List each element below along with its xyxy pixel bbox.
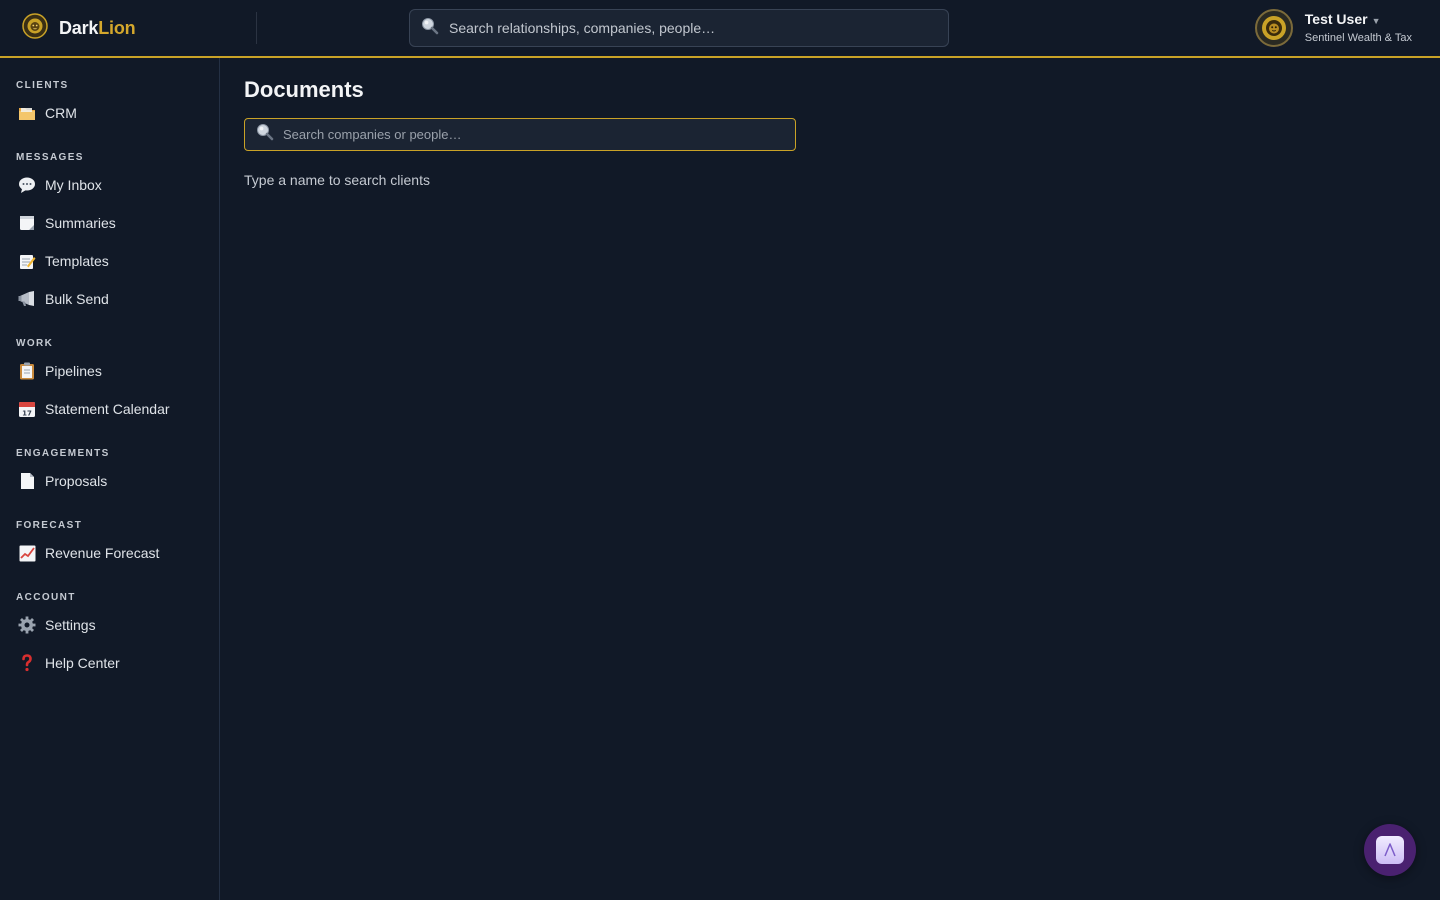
sidebar-item-templates[interactable]: Templates [0,242,219,280]
sidebar-item-label: Revenue Forecast [45,545,160,561]
page-title: Documents [244,77,364,102]
lion-logo-icon [22,12,48,44]
sidebar-section-forecast: FORECAST Revenue Forecast [0,518,219,572]
sidebar-item-statement-calendar[interactable]: 17 Statement Calendar [0,390,219,428]
user-name: Test User ▼ [1304,11,1381,27]
top-bar: DarkLion Test User▼ Sentinel Wealt [0,0,1440,58]
search-icon [255,122,275,147]
memo-icon [18,252,36,270]
section-title: ENGAGEMENTS [16,448,110,459]
section-title: FORECAST [16,520,83,531]
clipboard-icon [18,362,36,380]
sidebar-item-label: Statement Calendar [45,401,170,417]
user-organization: Sentinel Wealth & Tax [1304,32,1412,44]
megaphone-icon [18,290,36,308]
sidebar-item-bulk-send[interactable]: Bulk Send [0,280,219,318]
sidebar-item-label: Templates [45,253,109,269]
sidebar-item-label: Help Center [45,655,120,671]
question-mark-icon [18,654,36,672]
sidebar-item-help-center[interactable]: Help Center [0,644,219,682]
sidebar-section-engagements: ENGAGEMENTS Proposals [0,446,219,500]
svg-text:17: 17 [22,410,32,418]
sidebar: CLIENTS CRM MESSAGES My Inbox Summaries [0,58,220,900]
sidebar-item-label: Proposals [45,473,108,489]
sidebar-item-pipelines[interactable]: Pipelines [0,352,219,390]
section-title: ACCOUNT [16,592,76,603]
user-info: Test User ▼ Sentinel Wealth & Tax [1305,10,1412,46]
global-search[interactable] [409,9,949,47]
sidebar-item-revenue-forecast[interactable]: Revenue Forecast [0,534,219,572]
main-content: Documents Type a name to search clients [244,76,1414,188]
document-icon [18,472,36,490]
documents-search[interactable] [244,118,796,151]
brand-name: DarkLion [59,17,136,38]
sidebar-item-crm[interactable]: CRM [0,94,219,132]
assistant-button[interactable] [1364,824,1416,876]
sidebar-item-summaries[interactable]: Summaries [0,204,219,242]
gear-icon [18,616,36,634]
sidebar-item-settings[interactable]: Settings [0,606,219,644]
user-menu[interactable]: Test User ▼ Sentinel Wealth & Tax [1254,9,1412,47]
sidebar-item-label: Bulk Send [45,291,109,307]
sidebar-section-messages: MESSAGES My Inbox Summaries Templates Bu… [0,150,219,318]
sidebar-item-label: Settings [45,617,96,633]
sidebar-item-label: Pipelines [45,363,102,379]
global-search-input[interactable] [449,20,948,36]
brand[interactable]: DarkLion [22,12,136,44]
sidebar-section-clients: CLIENTS CRM [0,78,219,132]
sidebar-item-label: CRM [45,105,77,121]
section-title: CLIENTS [16,80,69,91]
documents-search-input[interactable] [283,127,795,142]
search-hint: Type a name to search clients [244,172,430,188]
header-divider [256,12,257,44]
lion-avatar-icon [1261,16,1286,40]
notepad-icon [18,214,36,232]
sidebar-item-label: Summaries [45,215,116,231]
sidebar-section-work: WORK Pipelines 17 Statement Calendar [0,336,219,428]
sidebar-item-label: My Inbox [45,177,102,193]
assistant-icon [1376,836,1404,864]
speech-bubble-icon [18,176,36,194]
chevron-down-icon[interactable]: ▼ [1372,16,1381,26]
search-icon [420,16,440,41]
section-title: MESSAGES [16,152,84,163]
sidebar-item-my-inbox[interactable]: My Inbox [0,166,219,204]
calendar-icon: 17 [18,400,36,418]
folder-icon [18,104,36,122]
avatar[interactable] [1254,9,1293,47]
chart-up-icon [18,544,36,562]
section-title: WORK [16,338,54,349]
sidebar-item-proposals[interactable]: Proposals [0,462,219,500]
sidebar-section-account: ACCOUNT Settings Help Center [0,590,219,682]
